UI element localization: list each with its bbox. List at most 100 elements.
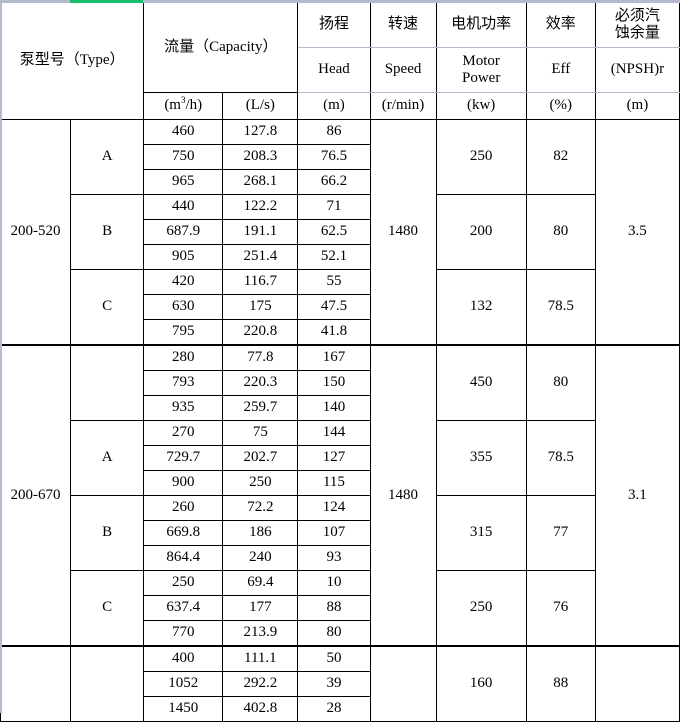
- capacity-m3h-cell: 864.4: [143, 545, 224, 571]
- head-cell: 76.5: [297, 144, 371, 170]
- motor-power-cell: 132: [435, 269, 527, 346]
- header-npsh-cn: 必须汽 蚀余量: [594, 2, 680, 48]
- motor-power-cell: 450: [435, 344, 527, 421]
- eff-cell: 78.5: [525, 269, 596, 346]
- table-row: B 440 122.2 71 200 80: [1, 194, 680, 270]
- header-npsh-cn-line2: 蚀余量: [614, 25, 660, 41]
- top-accent-rule: [0, 0, 680, 3]
- head-cell: 115: [297, 470, 371, 496]
- capacity-m3h-cell: 260: [143, 495, 224, 521]
- capacity-m3h-cell: 630: [143, 294, 224, 320]
- table-row: 200-670 280 77.8 167 1480 450 80 3.1: [0, 344, 680, 647]
- header-motor-power-en: Motor Power: [435, 47, 527, 93]
- header-speed-unit: (r/min): [369, 92, 437, 120]
- header-capacity-unit-ls: (L/s): [222, 92, 299, 120]
- head-cell: 140: [297, 395, 371, 421]
- head-cell: 47.5: [297, 294, 371, 320]
- capacity-ls-cell: 213.9: [222, 620, 299, 647]
- header-eff-cn-text: 效率: [545, 16, 576, 33]
- eff-cell: 76: [525, 570, 596, 647]
- capacity-m3h-cell: 770: [143, 620, 224, 647]
- head-cell: 144: [297, 420, 371, 446]
- capacity-m3h-cell: 280: [143, 344, 224, 371]
- head-cell: 62.5: [297, 219, 371, 245]
- group-letter-cell: B: [70, 194, 145, 270]
- head-cell: 10: [297, 570, 371, 596]
- capacity-m3h-cell: 250: [143, 570, 224, 596]
- capacity-ls-cell: 186: [222, 520, 299, 546]
- header-motor-power-unit: (kw): [435, 92, 527, 120]
- table-row: A 270 75 144 355 78.5: [1, 420, 680, 496]
- header-speed-en: Speed: [369, 47, 437, 93]
- capacity-m3h-cell: 793: [143, 370, 224, 396]
- motor-power-cell: 200: [435, 194, 527, 270]
- capacity-m3h-cell: 750: [143, 144, 224, 170]
- head-cell: 66.2: [297, 169, 371, 195]
- head-cell: 50: [297, 645, 371, 672]
- capacity-ls-cell: 240: [222, 545, 299, 571]
- capacity-m3h-cell: 905: [143, 244, 224, 270]
- motor-power-cell: 355: [435, 420, 527, 496]
- motor-power-cell: 250: [435, 570, 527, 647]
- table-row: 200-520 A 460 127.8 86 1480 250 82 3.5: [0, 119, 680, 346]
- eff-cell: 80: [525, 344, 596, 421]
- capacity-ls-cell: 220.8: [222, 319, 299, 346]
- eff-cell: 77: [525, 495, 596, 571]
- header-motor-power-en-line2: Power: [461, 70, 501, 86]
- head-cell: 127: [297, 445, 371, 471]
- page-left-rule: [0, 0, 2, 713]
- head-cell: 39: [297, 671, 371, 697]
- green-accent-marker: [70, 0, 143, 3]
- capacity-ls-cell: 208.3: [222, 144, 299, 170]
- capacity-ls-cell: 259.7: [222, 395, 299, 421]
- header-capacity: 流量（Capacity）: [143, 2, 299, 93]
- group-letter-cell: A: [70, 119, 145, 195]
- capacity-ls-cell: 220.3: [222, 370, 299, 396]
- capacity-ls-cell: 69.4: [222, 570, 299, 596]
- eff-cell: 82: [525, 119, 596, 195]
- group-letter-cell: B: [70, 495, 145, 571]
- head-cell: 52.1: [297, 244, 371, 270]
- pump-type-cell: [0, 645, 72, 722]
- head-cell: 107: [297, 520, 371, 546]
- capacity-m3h-cell: 270: [143, 420, 224, 446]
- head-cell: 28: [297, 696, 371, 722]
- group-letter-cell: [70, 344, 145, 421]
- capacity-ls-cell: 202.7: [222, 445, 299, 471]
- head-cell: 93: [297, 545, 371, 571]
- eff-cell: 78.5: [525, 420, 596, 496]
- header-capacity-unit-m3h: (m3/h): [143, 92, 224, 120]
- capacity-m3h-cell: 400: [143, 645, 224, 672]
- group-letter-cell: [70, 645, 145, 722]
- capacity-ls-cell: 72.2: [222, 495, 299, 521]
- group-letter-cell: C: [70, 269, 145, 346]
- header-head-en-text: Head: [318, 61, 350, 78]
- capacity-ls-cell: 292.2: [222, 671, 299, 697]
- header-speed-cn: 转速: [369, 2, 437, 48]
- capacity-ls-cell: 268.1: [222, 169, 299, 195]
- motor-power-cell: 250: [435, 119, 527, 195]
- capacity-ls-cell: 177: [222, 595, 299, 621]
- head-cell: 41.8: [297, 319, 371, 346]
- pump-type-cell: 200-670: [0, 344, 72, 647]
- pump-type-cell: 200-520: [0, 119, 72, 346]
- capacity-ls-cell: 175: [222, 294, 299, 320]
- head-cell: 167: [297, 344, 371, 371]
- capacity-ls-cell: 402.8: [222, 696, 299, 722]
- capacity-ls-cell: 250: [222, 470, 299, 496]
- capacity-m3h-cell: 900: [143, 470, 224, 496]
- header-motor-power-cn: 电机功率: [435, 2, 527, 48]
- head-cell: 150: [297, 370, 371, 396]
- head-cell: 71: [297, 194, 371, 220]
- header-head-en: Head: [297, 47, 371, 93]
- capacity-ls-cell: 77.8: [222, 344, 299, 371]
- capacity-ls-cell: 191.1: [222, 219, 299, 245]
- head-cell: 124: [297, 495, 371, 521]
- capacity-ls-cell: 127.8: [222, 119, 299, 145]
- header-head-cn-text: 扬程: [318, 16, 349, 33]
- group-letter-cell: A: [70, 420, 145, 496]
- capacity-m3h-cell: 1450: [143, 696, 224, 722]
- group-letter-cell: C: [70, 570, 145, 647]
- capacity-ls-cell: 111.1: [222, 645, 299, 672]
- speed-cell: 1480: [369, 344, 437, 647]
